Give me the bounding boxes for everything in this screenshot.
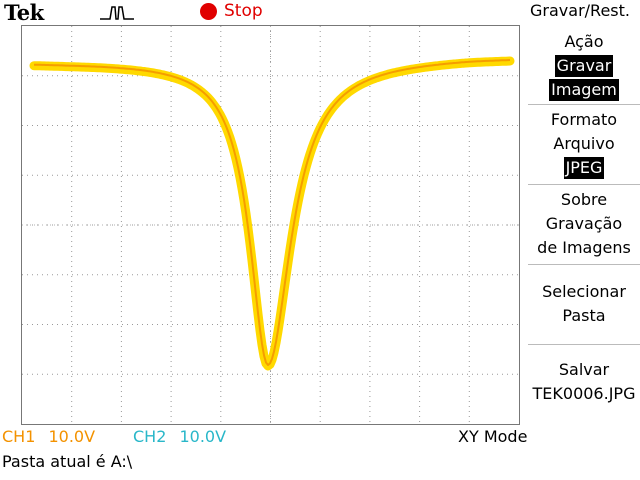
menu-item-label: Salvar <box>558 360 610 379</box>
mode-indicator: XY Mode <box>458 427 528 446</box>
trigger-pulse-icon <box>100 6 134 20</box>
menu-item-label: TEK0006.JPG <box>532 384 636 403</box>
menu-item-label: Gravação <box>545 214 623 233</box>
ch1-readout: CH1 10.0V <box>2 426 95 448</box>
menu-item-value: JPEG <box>563 157 605 179</box>
menu-divider <box>528 344 640 345</box>
ch1-label: CH1 <box>2 427 36 446</box>
acquisition-state: Stop <box>224 1 263 21</box>
menu-item-selecionar-pasta[interactable]: Selecionar Pasta <box>528 280 640 328</box>
menu-divider <box>528 104 640 105</box>
side-menu: Gravar/Rest. Ação Gravar Imagem Formato … <box>520 0 640 425</box>
menu-title: Gravar/Rest. <box>530 1 630 20</box>
graticule <box>22 26 519 424</box>
ch1-scale: 10.0V <box>48 427 96 446</box>
brand-logo: Tek <box>4 0 44 25</box>
ch2-scale: 10.0V <box>179 427 227 446</box>
menu-item-label: Ação <box>564 32 604 51</box>
menu-divider <box>528 184 640 185</box>
menu-item-formato-arquivo[interactable]: Formato Arquivo JPEG <box>528 108 640 180</box>
status-message: Pasta atual é A:\ <box>2 452 133 471</box>
menu-item-label: Sobre <box>560 190 608 209</box>
stop-dot-icon <box>200 3 217 20</box>
menu-item-acao[interactable]: Ação Gravar Imagem <box>528 30 640 102</box>
menu-item-label: Formato <box>550 110 618 129</box>
trace-ch1 <box>34 59 511 366</box>
menu-divider <box>528 264 640 265</box>
menu-item-salvar[interactable]: Salvar TEK0006.JPG <box>528 358 640 406</box>
waveform-display <box>21 25 520 425</box>
top-status-bar: Tek Stop <box>0 0 520 25</box>
menu-item-sobre-gravacao[interactable]: Sobre Gravação de Imagens <box>528 188 640 260</box>
menu-item-value: Gravar <box>554 55 614 77</box>
menu-item-label: Pasta <box>562 306 606 325</box>
trace-ch1-envelope <box>29 56 515 371</box>
menu-item-value: Imagem <box>549 79 619 101</box>
menu-item-label: Arquivo <box>553 134 615 153</box>
ch2-readout: CH2 10.0V <box>133 426 226 448</box>
menu-item-label: de Imagens <box>537 238 631 257</box>
ch2-label: CH2 <box>133 427 167 446</box>
menu-item-label: Selecionar <box>542 282 626 301</box>
